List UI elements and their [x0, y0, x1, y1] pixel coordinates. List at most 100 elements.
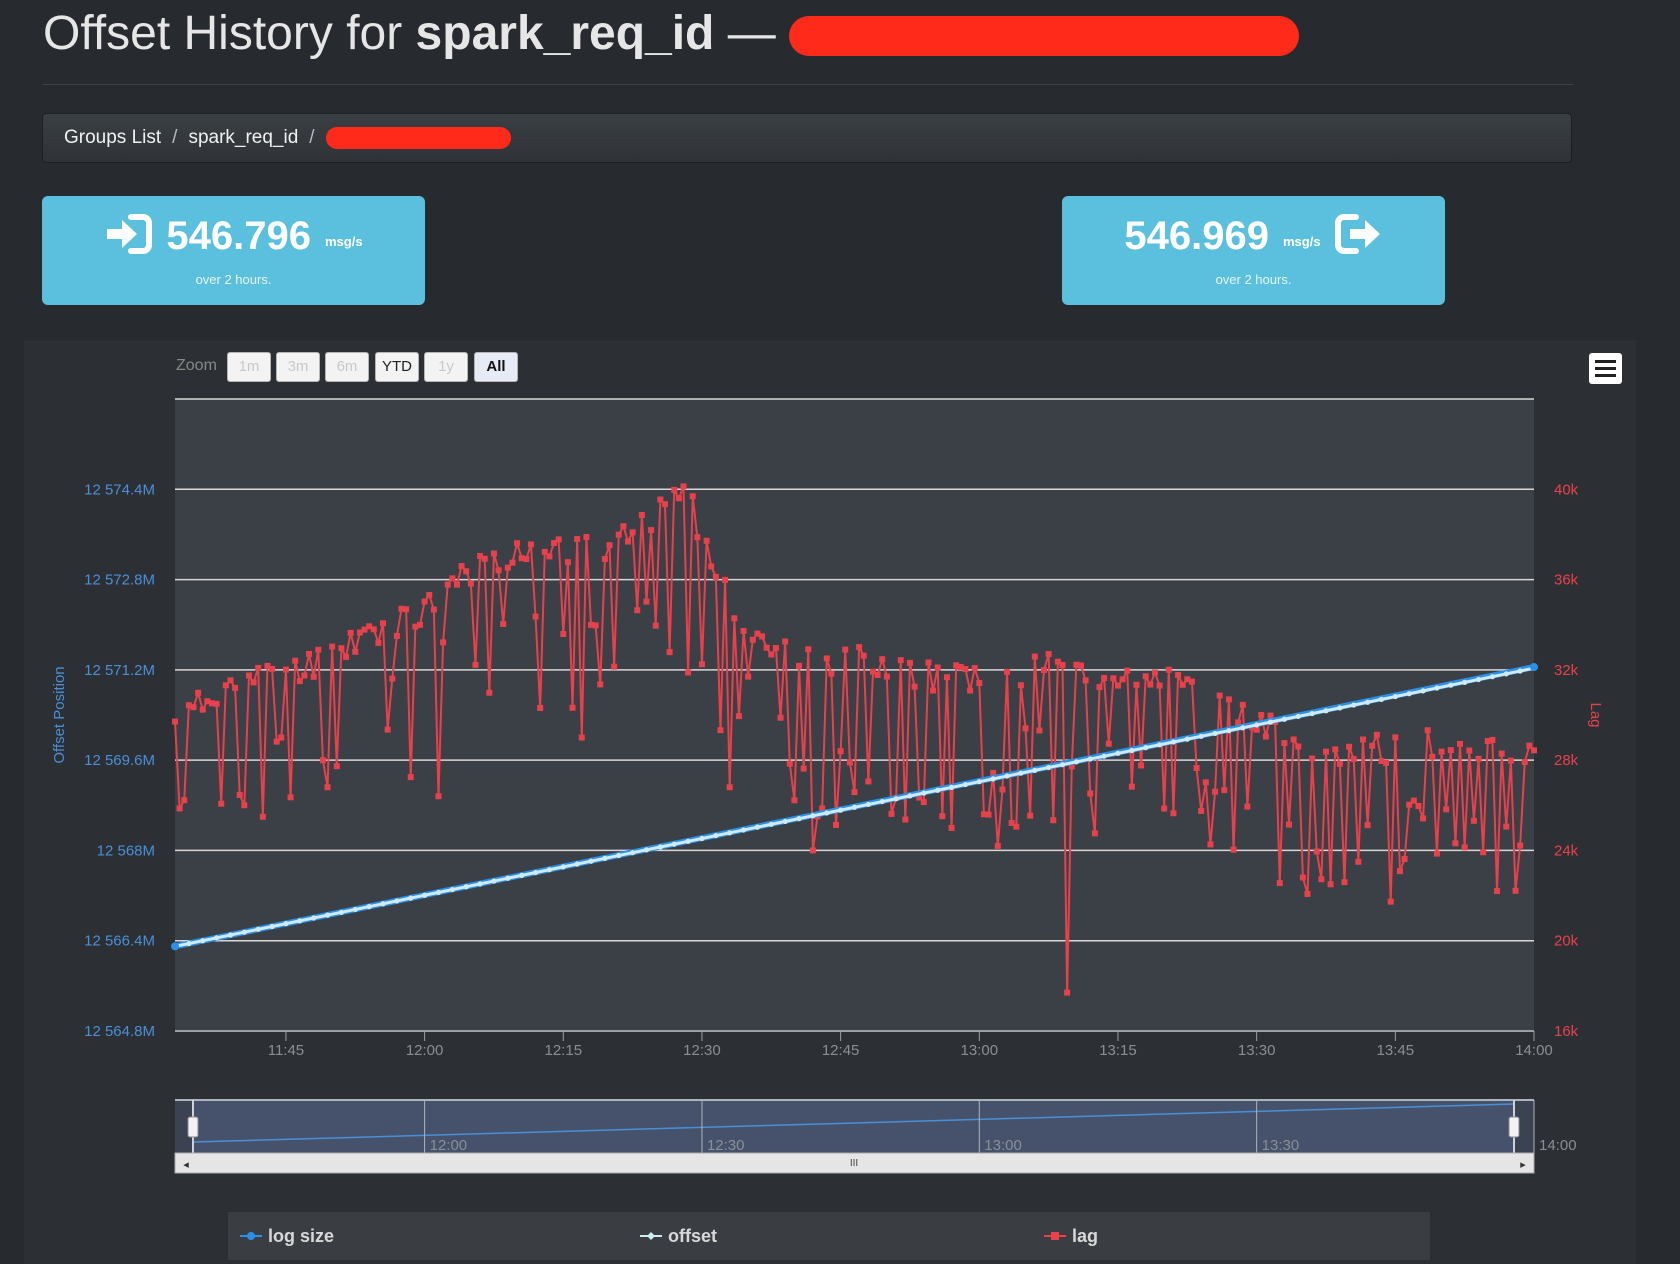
lag-point	[1429, 753, 1436, 760]
offset-point	[754, 824, 761, 830]
lag-point	[227, 677, 234, 684]
scroll-right-arrow-icon[interactable]: ▸	[1520, 1159, 1526, 1171]
offset-point	[1004, 773, 1010, 779]
offset-point	[1101, 753, 1107, 759]
lag-point	[564, 559, 571, 566]
offset-point	[380, 901, 386, 907]
lag-point	[1175, 672, 1182, 679]
lag-point	[449, 575, 456, 582]
offset-history-chart[interactable]: 12 564.8M 12 566.4M 12 568M 12 569.6M 12 571…	[0, 0, 1680, 1200]
offset-point	[532, 869, 539, 876]
lag-point	[717, 727, 724, 734]
y-left-tick-label: 12 574.4M	[84, 481, 155, 498]
offset-point	[699, 835, 705, 842]
lag-point	[833, 821, 840, 828]
offset-point	[1295, 713, 1301, 720]
lag-point	[352, 648, 359, 655]
navigator-tick-label: 13:30	[1262, 1137, 1300, 1154]
y-left-tick-label: 12 572.8M	[84, 572, 155, 589]
scroll-left-arrow-icon[interactable]: ◂	[183, 1159, 189, 1171]
y-right-tick-label: 24k	[1554, 842, 1579, 859]
lag-point	[920, 799, 927, 806]
legend-item-lag[interactable]: lag	[1044, 1224, 1098, 1248]
offset-point	[338, 909, 345, 915]
lag-point	[1498, 750, 1505, 757]
lag-point	[1401, 855, 1408, 862]
offset-point	[893, 796, 899, 802]
offset-point	[1073, 759, 1079, 765]
lag-point	[689, 493, 696, 500]
lag-point	[319, 757, 326, 764]
lag-point	[726, 784, 733, 791]
lag-point	[403, 606, 410, 613]
lag-point	[1364, 822, 1371, 829]
offset-point	[449, 886, 455, 893]
lag-point	[380, 620, 387, 627]
lag-point	[282, 666, 289, 673]
lag-point	[1480, 849, 1487, 856]
offset-point	[269, 923, 275, 930]
offset-point	[560, 864, 566, 870]
offset-point	[200, 938, 206, 944]
lag-point	[1119, 676, 1126, 683]
y-left-tick-label: 12 569.6M	[84, 752, 155, 769]
y-left-tick-label: 12 568M	[97, 842, 155, 859]
lag-point	[652, 622, 659, 629]
lag-point	[1447, 747, 1454, 754]
lag-point	[1503, 823, 1510, 830]
lag-point	[777, 714, 784, 721]
offset-point	[851, 804, 858, 810]
legend-item-offset[interactable]: offset	[640, 1224, 717, 1248]
lag-point	[1050, 817, 1057, 824]
lag-point	[1087, 790, 1094, 797]
lag-point	[495, 567, 502, 574]
y-left-tick-label: 12 566.4M	[84, 933, 155, 950]
navigator-handle[interactable]	[187, 1116, 199, 1138]
offset-point	[838, 807, 844, 813]
lag-point	[190, 704, 197, 711]
lag-point	[278, 734, 285, 741]
lag-point	[1309, 755, 1316, 762]
lag-point	[943, 674, 950, 681]
offset-point	[255, 926, 261, 932]
lag-point	[490, 550, 497, 557]
lag-point	[1258, 711, 1265, 718]
lag-point	[712, 573, 719, 580]
offset-point	[865, 801, 871, 808]
lag-point	[902, 816, 909, 823]
lag-point	[435, 793, 442, 800]
x-tick-label: 13:30	[1238, 1042, 1276, 1059]
lag-point	[555, 536, 562, 543]
lag-point	[1138, 762, 1145, 769]
lag-point	[694, 534, 701, 541]
offset-point	[1240, 725, 1246, 731]
offset-point	[1503, 671, 1509, 677]
lag-point	[329, 643, 336, 650]
offset-point	[962, 781, 969, 788]
offset-point	[1184, 736, 1190, 742]
offset-point	[519, 872, 525, 878]
lag-point	[430, 606, 437, 613]
lag-point	[338, 645, 345, 652]
lag-point	[1165, 666, 1172, 673]
lag-point	[393, 632, 400, 639]
offset-point	[685, 838, 691, 844]
lag-point	[560, 631, 567, 638]
offset-point	[227, 932, 234, 938]
lag-point	[1470, 817, 1477, 824]
offset-point	[1032, 767, 1038, 773]
legend-item-log-size[interactable]: log size	[240, 1224, 334, 1248]
lag-point	[1142, 673, 1149, 680]
lag-point	[195, 689, 202, 696]
lag-point	[1299, 874, 1306, 881]
lag-point	[1091, 830, 1098, 837]
lag-point	[1004, 668, 1011, 675]
lag-point	[708, 563, 715, 570]
lag-point	[930, 687, 937, 694]
y-left-axis-title: Offset Position	[51, 666, 68, 763]
lag-point	[749, 636, 756, 643]
scrollbar-grip-icon: III	[850, 1158, 858, 1169]
lag-point	[1512, 887, 1519, 894]
navigator-handle[interactable]	[1508, 1116, 1520, 1138]
lag-point	[685, 669, 692, 676]
